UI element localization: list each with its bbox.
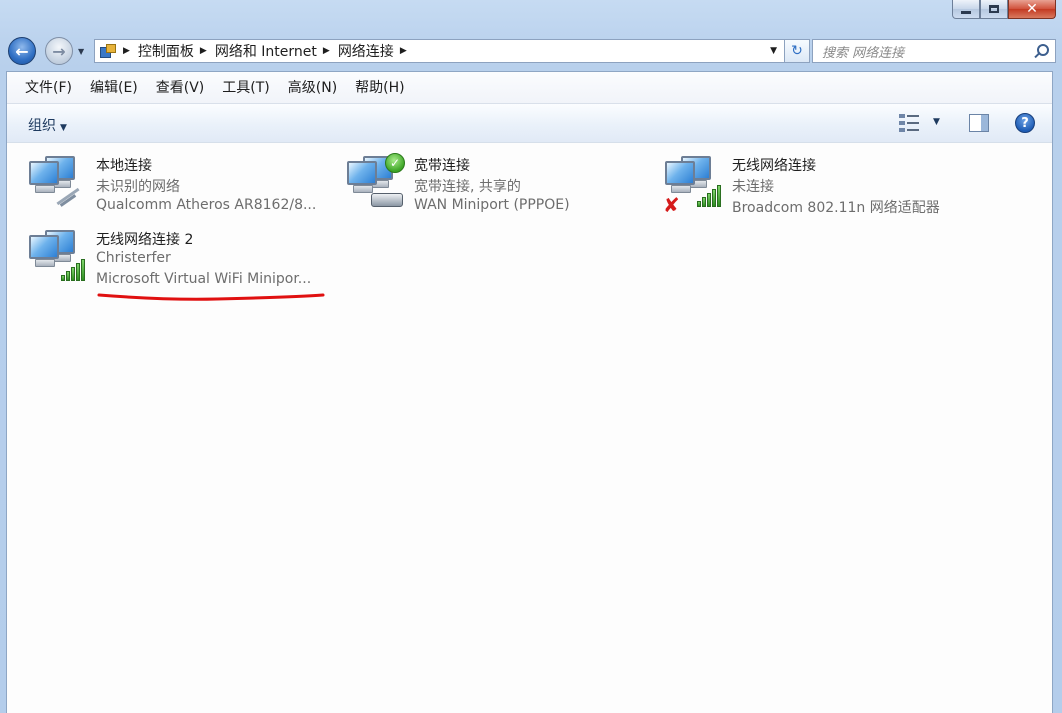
- search-icon[interactable]: [1033, 43, 1049, 59]
- navigation-bar: ← → ▼ ▶ 控制面板 ▶ 网络和 Internet ▶ 网络连接 ▶ ▼ ↻…: [6, 34, 1056, 68]
- close-icon: ✕: [1026, 1, 1038, 17]
- forward-arrow-icon: →: [52, 41, 66, 61]
- back-button[interactable]: ←: [8, 37, 36, 65]
- menu-edit[interactable]: 编辑(E): [82, 73, 146, 103]
- connection-name: 宽带连接: [414, 158, 470, 174]
- minimize-icon: [961, 11, 971, 14]
- menu-tools[interactable]: 工具(T): [214, 73, 277, 103]
- search-input[interactable]: 搜索 网络连接: [822, 42, 1033, 61]
- forward-button[interactable]: →: [45, 37, 73, 65]
- connection-device: Broadcom 802.11n 网络适配器: [732, 200, 940, 216]
- breadcrumb-control-panel[interactable]: 控制面板: [138, 41, 194, 61]
- checkmark-icon: ✓: [385, 153, 405, 173]
- explorer-window: ✕ ← → ▼ ▶ 控制面板 ▶ 网络和 Internet ▶ 网络连接 ▶ ▼…: [0, 0, 1062, 713]
- menu-view[interactable]: 查看(V): [148, 73, 213, 103]
- connection-device: WAN Miniport (PPPOE): [414, 197, 570, 213]
- view-dropdown-icon[interactable]: ▼: [933, 117, 940, 127]
- wired-network-icon: [27, 155, 91, 215]
- organize-label: 组织: [28, 118, 56, 134]
- menu-advanced[interactable]: 高级(N): [280, 73, 345, 103]
- connection-status: Christerfer: [96, 250, 171, 266]
- breadcrumb-separator[interactable]: ▶: [400, 46, 407, 56]
- content-pane: 文件(F) 编辑(E) 查看(V) 工具(T) 高级(N) 帮助(H) 组织 ▼ …: [6, 71, 1053, 713]
- maximize-icon: [989, 5, 999, 13]
- menu-file[interactable]: 文件(F): [17, 73, 80, 103]
- preview-pane-icon[interactable]: [969, 114, 989, 132]
- connection-name: 本地连接: [96, 158, 152, 174]
- connection-device: Qualcomm Atheros AR8162/8...: [96, 197, 317, 213]
- search-box[interactable]: 搜索 网络连接: [812, 39, 1056, 63]
- help-icon[interactable]: ?: [1015, 113, 1035, 133]
- disconnected-x-icon: ✘: [663, 193, 680, 217]
- breadcrumb-separator[interactable]: ▶: [323, 46, 330, 56]
- chevron-down-icon: ▼: [60, 123, 67, 133]
- signal-bars-icon: [61, 259, 85, 281]
- breadcrumb-separator[interactable]: ▶: [200, 46, 207, 56]
- connection-tile[interactable]: ✓ 宽带连接 宽带连接, 共享的 WAN Miniport (PPPOE): [345, 153, 645, 221]
- recent-pages-dropdown[interactable]: ▼: [78, 47, 84, 56]
- organize-button[interactable]: 组织 ▼: [28, 115, 67, 135]
- refresh-button[interactable]: ↻: [784, 39, 810, 63]
- menu-help[interactable]: 帮助(H): [347, 73, 412, 103]
- address-dropdown-icon[interactable]: ▼: [770, 46, 777, 56]
- connection-tile[interactable]: 本地连接 未识别的网络 Qualcomm Atheros AR8162/8...: [27, 155, 327, 221]
- breadcrumb-separator[interactable]: ▶: [123, 46, 130, 56]
- control-panel-icon: [99, 43, 117, 59]
- connection-name: 无线网络连接: [732, 158, 816, 174]
- command-bar: 组织 ▼ ▼ ?: [7, 104, 1052, 143]
- wireless-disconnected-icon: ✘: [663, 155, 727, 215]
- window-caption-buttons: ✕: [952, 0, 1056, 19]
- modem-icon: [371, 193, 403, 207]
- connection-status: 未连接: [732, 179, 774, 195]
- connection-tile[interactable]: 无线网络连接 2 Christerfer Microsoft Virtual W…: [27, 229, 327, 295]
- minimize-button[interactable]: [952, 0, 980, 19]
- view-options-icon[interactable]: [899, 114, 921, 132]
- wireless-connected-icon: [27, 229, 91, 289]
- breadcrumb-network-connections[interactable]: 网络连接: [338, 41, 394, 61]
- broadband-connected-icon: ✓: [345, 153, 409, 215]
- refresh-icon: ↻: [791, 43, 803, 59]
- connection-tile[interactable]: ✘ 无线网络连接 未连接 Broadcom 802.11n 网络适配器: [663, 155, 963, 221]
- back-arrow-icon: ←: [15, 41, 29, 61]
- breadcrumb-network-internet[interactable]: 网络和 Internet: [215, 41, 317, 61]
- red-annotation-underline: [97, 293, 325, 301]
- signal-bars-icon: [697, 185, 721, 207]
- close-button[interactable]: ✕: [1008, 0, 1056, 19]
- connection-device: Microsoft Virtual WiFi Minipor...: [96, 271, 312, 287]
- maximize-button[interactable]: [980, 0, 1008, 19]
- connection-status: 未识别的网络: [96, 179, 180, 195]
- address-bar[interactable]: ▶ 控制面板 ▶ 网络和 Internet ▶ 网络连接 ▶ ▼: [94, 39, 786, 63]
- menu-bar: 文件(F) 编辑(E) 查看(V) 工具(T) 高级(N) 帮助(H): [7, 72, 1052, 104]
- connection-status: 宽带连接, 共享的: [414, 179, 521, 195]
- connection-name: 无线网络连接 2: [96, 232, 194, 248]
